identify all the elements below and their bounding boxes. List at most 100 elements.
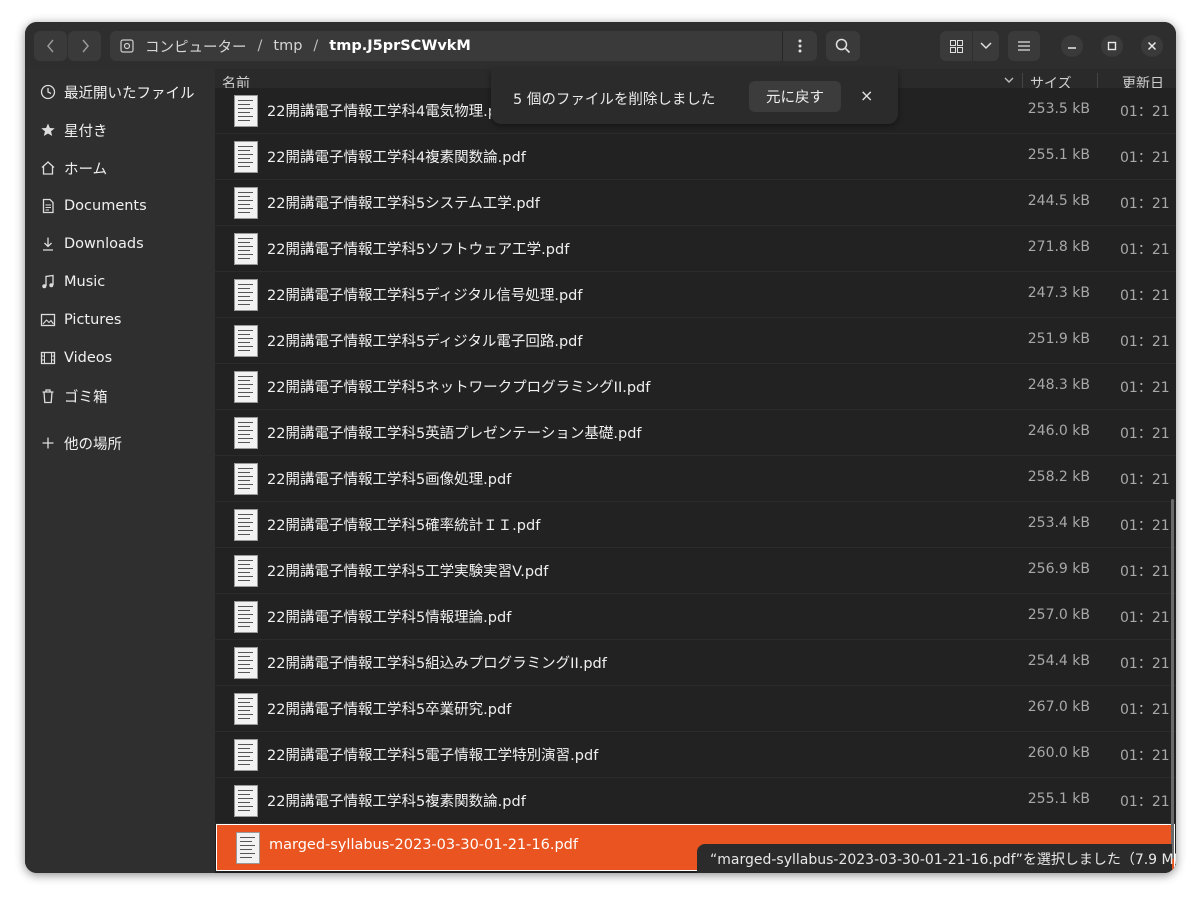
file-row[interactable]: 22開講電子情報工学科5組込みプログラミングII.pdf 254.4 kB 01：2… [215,640,1176,686]
icon-line [238,434,250,435]
file-row[interactable]: 22開講電子情報工学科5ネットワークプログラミングII.pdf 248.3 kB 0… [215,364,1176,410]
search-button[interactable] [826,31,860,61]
chevron-down-icon [980,42,992,50]
file-row[interactable]: 22開講電子情報工学科4複素関数論.pdf 255.1 kB 01：21 [215,134,1176,180]
file-row[interactable]: 22開講電子情報工学科5情報理論.pdf 257.0 kB 01：21 [215,594,1176,640]
icon-line [238,614,253,615]
main-menu-button[interactable] [1008,31,1040,61]
file-row[interactable]: 22開講電子情報工学科5確率統計ＩＩ.pdf 253.4 kB 01：21 [215,502,1176,548]
file-modified: 01：21 [1120,380,1170,396]
file-modified: 01：21 [1120,150,1170,166]
file-name: 22開講電子情報工学科5ソフトウェア工学.pdf [267,242,570,258]
file-row[interactable]: 22開講電子情報工学科5画像処理.pdf 258.2 kB 01：21 [215,456,1176,502]
icon-line [238,764,250,765]
sidebar-item-downloads[interactable]: Downloads [25,226,215,262]
icon-line [238,656,250,657]
icon-line [238,376,253,377]
icon-line [238,304,250,305]
file-row[interactable]: 22開講電子情報工学科5英語プレゼンテーション基礎.pdf 246.0 kB 01：… [215,410,1176,456]
icon-line [238,330,253,331]
path-separator: / [313,38,319,54]
sidebar-item-documents[interactable]: Documents [25,188,215,224]
icon-line [238,166,250,167]
maximize-button[interactable] [1101,35,1123,57]
icon-line [238,810,250,811]
minimize-icon [1068,47,1076,49]
sidebar: 最近開いたファイル 星付き ホーム Documents Downloads Mu… [25,69,215,873]
clock-icon [39,83,57,101]
icon-line [238,488,250,489]
file-row[interactable]: 22開講電子情報工学科5ディジタル信号処理.pdf 247.3 kB 01：21 [215,272,1176,318]
sidebar-item-trash[interactable]: ゴミ箱 [25,378,215,414]
file-row[interactable]: 22開講電子情報工学科5工学実験実習V.pdf 256.9 kB 01：21 [215,548,1176,594]
icon-line [238,350,250,351]
close-icon [1147,41,1157,51]
search-icon [835,38,851,54]
file-name: marged-syllabus-2023-03-30-01-21-16.pdf [269,837,578,853]
icon-line [238,396,250,397]
file-row[interactable]: 22開講電子情報工学科5卒業研究.pdf 267.0 kB 01：21 [215,686,1176,732]
sidebar-item-videos[interactable]: Videos [25,340,215,376]
file-modified: 01：21 [1120,426,1170,442]
sidebar-item-recent[interactable]: 最近開いたファイル [25,74,215,110]
home-icon [39,159,57,177]
sidebar-item-other-locations[interactable]: 他の場所 [25,425,215,461]
file-row[interactable]: 22開講電子情報工学科5システム工学.pdf 244.5 kB 01：21 [215,180,1176,226]
file-modified: 01：21 [1120,518,1170,534]
icon-line [238,806,253,807]
scrollbar[interactable] [1171,499,1174,859]
icon-line [238,200,253,201]
icon-line [238,392,253,393]
file-size: 271.8 kB [1027,239,1090,255]
close-window-button[interactable] [1141,35,1163,57]
icon-line [238,116,253,117]
icon-line [238,564,250,565]
icon-line [238,380,250,381]
sidebar-item-home[interactable]: ホーム [25,150,215,186]
file-size: 251.9 kB [1027,331,1090,347]
path-segment-tmp[interactable]: tmp [270,38,305,54]
icon-line [238,204,250,205]
sidebar-item-label: ホーム [64,161,108,178]
pdf-file-icon [234,739,258,771]
pdf-file-icon [234,555,258,587]
file-row[interactable]: 22開講電子情報工学科5電子情報工学特別演習.pdf 260.0 kB 01：21 [215,732,1176,778]
path-separator: / [257,38,263,54]
minimize-button[interactable] [1061,35,1083,57]
icon-line [238,246,253,247]
file-row[interactable]: 22開講電子情報工学科5ディジタル電子回路.pdf 251.9 kB 01：21 [215,318,1176,364]
icon-line [240,853,255,854]
path-segment-current[interactable]: tmp.J5prSCWvkM [326,38,474,54]
file-row[interactable]: 22開講電子情報工学科5複素関数論.pdf 255.1 kB 01：21 [215,778,1176,824]
file-size: 257.0 kB [1027,607,1090,623]
icon-line [238,388,250,389]
pdf-file-icon [234,187,258,219]
music-icon [39,273,57,291]
sidebar-item-starred[interactable]: 星付き [25,112,215,148]
path-segment-computer[interactable]: コンピューター [142,36,250,57]
icon-line [240,845,255,846]
file-row[interactable]: 22開講電子情報工学科5ソフトウェア工学.pdf 271.8 kB 01：21 [215,226,1176,272]
icon-line [238,196,250,197]
sidebar-item-pictures[interactable]: Pictures [25,302,215,338]
back-button[interactable] [34,31,67,61]
undo-button[interactable]: 元に戻す [749,81,841,112]
icon-line [238,748,250,749]
more-vertical-icon [798,39,802,53]
sidebar-item-music[interactable]: Music [25,264,215,300]
toast-close-icon[interactable]: × [860,86,873,105]
selection-status-text: “marged-syllabus-2023-03-30-01-21-16.pdf… [710,851,1176,868]
pdf-file-icon [234,647,258,679]
file-name: 22開講電子情報工学科5確率統計ＩＩ.pdf [267,518,541,534]
file-name: 22開講電子情報工学科5工学実験実習V.pdf [267,564,549,580]
view-options-button[interactable] [973,31,999,61]
sidebar-item-label: ゴミ箱 [64,389,108,406]
file-size: 256.9 kB [1027,561,1090,577]
forward-button[interactable] [68,31,101,61]
icon-line [238,790,253,791]
pdf-file-icon [236,832,260,864]
path-menu-button[interactable] [782,31,817,61]
icon-line [238,442,250,443]
file-name: 22開講電子情報工学科5画像処理.pdf [267,472,512,488]
grid-view-button[interactable] [940,31,972,61]
